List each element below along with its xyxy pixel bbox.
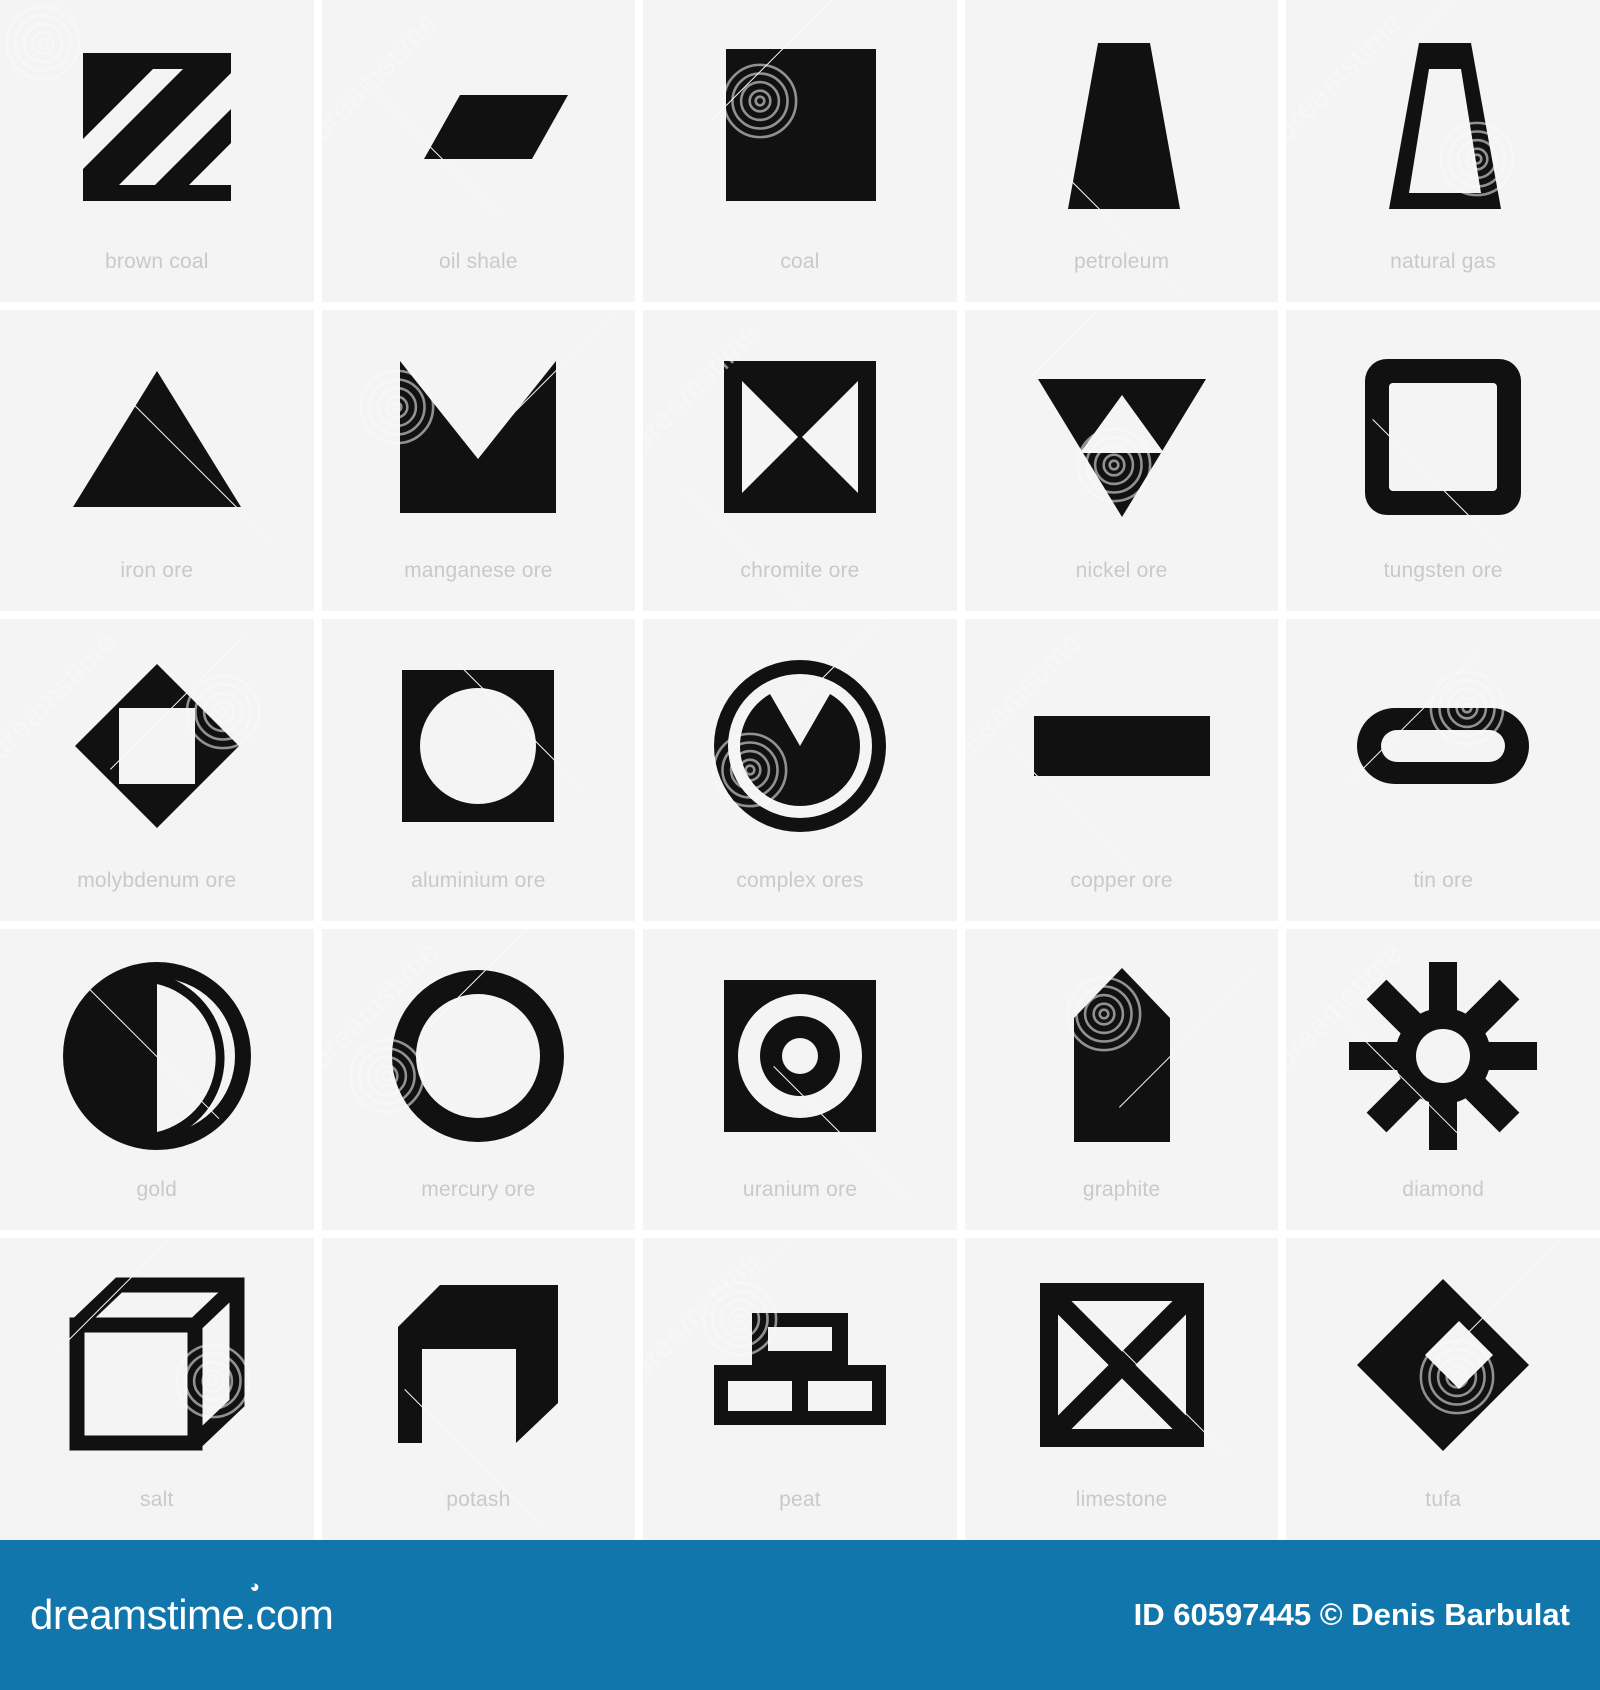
icon-cell-tufa[interactable]: tufa bbox=[1286, 1238, 1600, 1540]
icon-label: tufa bbox=[1425, 1488, 1462, 1511]
icon-cell-aluminium-ore[interactable]: aluminium ore bbox=[321, 619, 636, 921]
icon-label: aluminium ore bbox=[411, 868, 546, 892]
icon-cell-graphite[interactable]: graphite bbox=[964, 928, 1279, 1231]
icon-cell-brown-coal[interactable]: brown coal bbox=[0, 0, 314, 302]
icon-cell-gold[interactable]: gold bbox=[0, 928, 314, 1231]
icon-label: brown coal bbox=[105, 249, 209, 273]
square-target-icon bbox=[643, 947, 957, 1165]
icon-label: copper ore bbox=[1070, 868, 1173, 892]
hatched-square-icon bbox=[0, 18, 314, 236]
icon-cell-oil-shale[interactable]: dreamstime oil shale bbox=[321, 0, 636, 302]
crossed-square-icon bbox=[965, 1256, 1279, 1474]
icon-label: tin ore bbox=[1413, 868, 1474, 892]
icon-label: nickel ore bbox=[1075, 559, 1168, 583]
dreamstime-logo: ◕ dreamstime.com bbox=[30, 1577, 334, 1639]
notched-square-icon bbox=[322, 328, 636, 546]
half-filled-circle-icon bbox=[0, 947, 314, 1165]
rounded-square-outline-icon bbox=[1286, 328, 1600, 546]
icon-cell-uranium-ore[interactable]: uranium ore bbox=[643, 928, 957, 1231]
square-circle-cutout-icon bbox=[322, 637, 636, 855]
diamond-outline-icon bbox=[1286, 1256, 1600, 1474]
image-credit: ID 60597445 © Denis Barbulat bbox=[1133, 1597, 1570, 1632]
icon-label: uranium ore bbox=[742, 1178, 858, 1202]
icon-label: limestone bbox=[1075, 1488, 1168, 1511]
icon-cell-natural-gas[interactable]: dreamstime natural gas bbox=[1286, 0, 1600, 302]
diamond-square-cutout-icon bbox=[0, 637, 314, 855]
icon-label: peat bbox=[779, 1488, 821, 1511]
icon-cell-diamond[interactable]: dreamstime diamond bbox=[1286, 928, 1600, 1231]
ring-icon bbox=[322, 947, 636, 1165]
sunburst-icon bbox=[1286, 947, 1600, 1165]
icon-cell-salt[interactable]: salt bbox=[0, 1238, 314, 1540]
icon-label: manganese ore bbox=[404, 559, 553, 583]
pentagon-column-icon bbox=[965, 947, 1279, 1165]
icon-label: chromite ore bbox=[740, 559, 860, 583]
icon-cell-tungsten-ore[interactable]: tungsten ore bbox=[1286, 309, 1600, 612]
down-triangle-cutout-icon bbox=[965, 328, 1279, 546]
solid-cube-icon bbox=[322, 1256, 636, 1474]
icon-label: coal bbox=[780, 249, 820, 273]
icon-label: molybdenum ore bbox=[77, 868, 237, 892]
brand-text: dreamstime.com bbox=[30, 1591, 334, 1638]
footer-bar: ◕ dreamstime.com ID 60597445 © Denis Bar… bbox=[0, 1540, 1600, 1690]
filled-trapezoid-icon bbox=[965, 18, 1279, 236]
brick-wall-icon bbox=[643, 1256, 957, 1474]
icon-label: gold bbox=[136, 1178, 178, 1202]
parallelogram-icon bbox=[322, 18, 636, 236]
registered-mark-icon: ◕ bbox=[249, 1577, 260, 1596]
icon-cell-copper-ore[interactable]: dreamstime copper ore bbox=[964, 619, 1279, 921]
wireframe-cube-icon bbox=[0, 1256, 314, 1474]
outlined-trapezoid-icon bbox=[1286, 18, 1600, 236]
icon-label: petroleum bbox=[1074, 249, 1170, 273]
icon-cell-chromite-ore[interactable]: dreamstime chromite ore bbox=[643, 309, 957, 612]
icon-cell-tin-ore[interactable]: tin ore bbox=[1286, 619, 1600, 921]
icon-label: iron ore bbox=[120, 559, 194, 583]
pill-outline-icon bbox=[1286, 637, 1600, 855]
icon-label: salt bbox=[140, 1488, 174, 1511]
icon-grid: brown coal dreamstime oil shale coal petrole… bbox=[0, 0, 1600, 1540]
filled-square-icon bbox=[643, 18, 957, 236]
icon-cell-potash[interactable]: potash bbox=[321, 1238, 636, 1540]
icon-cell-complex-ores[interactable]: complex ores bbox=[643, 619, 957, 921]
icon-cell-limestone[interactable]: limestone bbox=[964, 1238, 1279, 1540]
icon-cell-nickel-ore[interactable]: nickel ore bbox=[964, 309, 1279, 612]
icon-cell-peat[interactable]: dreamstime peat bbox=[643, 1238, 957, 1540]
icon-cell-manganese-ore[interactable]: manganese ore bbox=[321, 309, 636, 612]
square-bowtie-icon bbox=[643, 328, 957, 546]
icon-cell-molybdenum-ore[interactable]: dreamstime molybdenum ore bbox=[0, 619, 314, 921]
fallout-circle-icon bbox=[643, 637, 957, 855]
icon-label: mercury ore bbox=[421, 1178, 536, 1202]
icon-cell-coal[interactable]: coal bbox=[643, 0, 957, 302]
icon-label: natural gas bbox=[1390, 249, 1497, 273]
icon-label: diamond bbox=[1402, 1178, 1485, 1202]
icon-label: tungsten ore bbox=[1383, 559, 1503, 583]
icon-cell-petroleum[interactable]: petroleum bbox=[964, 0, 1279, 302]
filled-rectangle-icon bbox=[965, 637, 1279, 855]
icon-cell-iron-ore[interactable]: iron ore bbox=[0, 309, 314, 612]
icon-cell-mercury-ore[interactable]: dreamstime mercury ore bbox=[321, 928, 636, 1231]
icon-label: graphite bbox=[1082, 1178, 1161, 1202]
icon-label: oil shale bbox=[438, 249, 518, 273]
icon-label: complex ores bbox=[736, 868, 864, 892]
icon-label: potash bbox=[446, 1488, 511, 1511]
filled-triangle-icon bbox=[0, 328, 314, 546]
